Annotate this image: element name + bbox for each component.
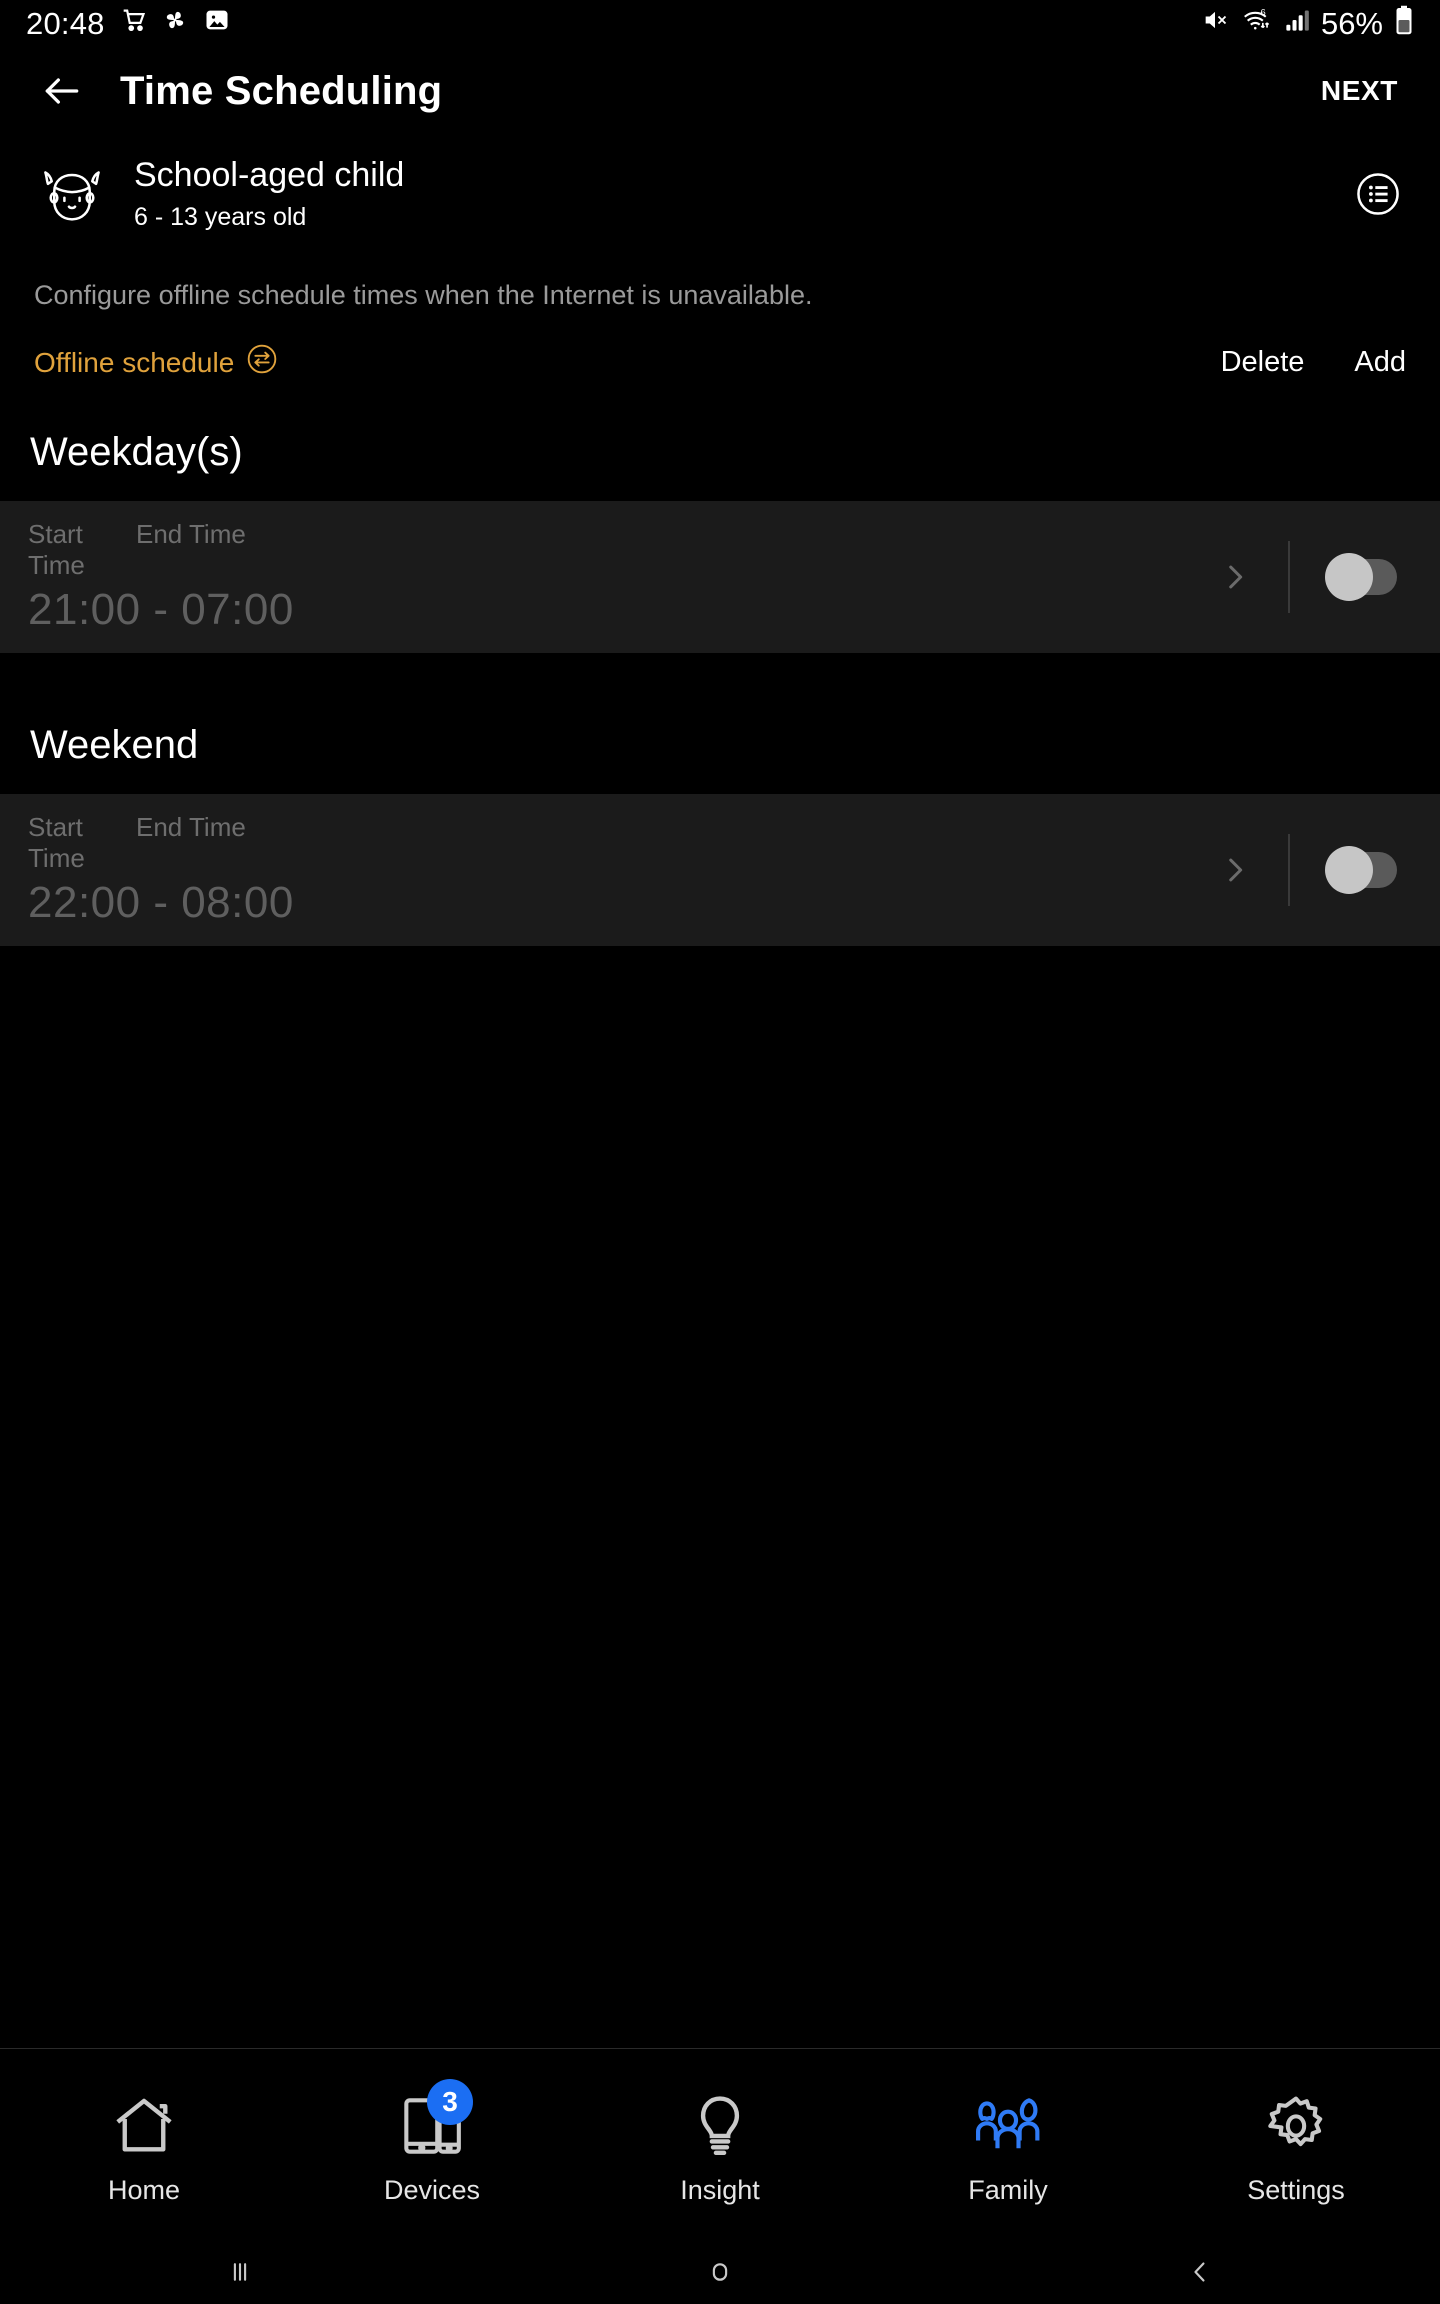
offline-actions: Delete Add [1221, 346, 1406, 379]
battery-icon [1394, 5, 1414, 43]
nav-item-family[interactable]: Family [864, 2049, 1152, 2240]
toggle-track [1325, 846, 1397, 895]
profile-age-range: 6 - 13 years old [134, 202, 307, 231]
list-circle-icon[interactable] [1350, 166, 1406, 222]
home-icon [109, 2083, 179, 2161]
nav-label-insight: Insight [680, 2175, 760, 2205]
time-headers: Start Time End Time [28, 519, 1208, 581]
section-gap [0, 653, 1440, 702]
delete-button[interactable]: Delete [1221, 346, 1305, 379]
devices-icon: 3 [397, 2079, 473, 2161]
schedule-row-weekdays[interactable]: Start Time End Time 21:00 - 07:00 [0, 501, 1440, 654]
gallery-icon [203, 6, 231, 42]
offline-schedule-label: Offline schedule [34, 346, 235, 378]
swap-arrows-circle-icon[interactable] [246, 343, 278, 382]
android-navigation-bar [0, 2240, 1440, 2304]
status-time: 20:48 [26, 6, 105, 41]
back-button[interactable] [34, 63, 90, 119]
back-chevron-icon[interactable] [960, 2256, 1440, 2288]
end-time-label: End Time [136, 519, 246, 550]
time-headers: Start Time End Time [28, 812, 1208, 874]
status-bar-left: 20:48 [26, 6, 231, 42]
bottom-navigation: Home 3 Devices Insight Family Settings [0, 2048, 1440, 2240]
nav-item-home[interactable]: Home [0, 2049, 288, 2240]
app-bar: Time Scheduling NEXT [0, 48, 1440, 134]
svg-text:6: 6 [1260, 7, 1265, 17]
next-button[interactable]: NEXT [1313, 65, 1406, 117]
end-time-label: End Time [136, 812, 246, 843]
pinwheel-icon [161, 6, 189, 42]
schedule-toggle-weekdays[interactable] [1290, 553, 1440, 602]
home-circle-icon[interactable] [480, 2256, 960, 2288]
status-bar-right: 6 56% [1200, 5, 1414, 43]
nav-label-home: Home [107, 2175, 181, 2205]
devices-badge: 3 [427, 2079, 473, 2125]
offline-schedule-label-group[interactable]: Offline schedule [34, 343, 278, 382]
status-bar: 20:48 6 56% [0, 0, 1440, 48]
add-button[interactable]: Add [1354, 346, 1406, 379]
family-icon [972, 2083, 1044, 2161]
chevron-right-icon[interactable] [1208, 560, 1262, 594]
start-time-label: Start Time [28, 812, 85, 874]
profile-row[interactable]: School-aged child 6 - 13 years old [0, 134, 1440, 250]
gear-icon [1261, 2083, 1331, 2161]
schedule-row-weekend[interactable]: Start Time End Time 22:00 - 08:00 [0, 794, 1440, 947]
wifi6-icon: 6 [1241, 6, 1273, 42]
nav-item-insight[interactable]: Insight [576, 2049, 864, 2240]
time-range-value: 22:00 - 08:00 [28, 878, 294, 928]
schedule-times-weekend: Start Time End Time 22:00 - 08:00 [28, 812, 1208, 928]
nav-item-settings[interactable]: Settings [1152, 2049, 1440, 2240]
shopping-cart-icon [119, 6, 147, 42]
recents-icon[interactable] [0, 2255, 480, 2289]
child-face-icon [34, 156, 110, 232]
nav-label-family: Family [968, 2175, 1048, 2205]
toggle-track [1325, 553, 1397, 602]
battery-percent: 56% [1320, 6, 1383, 41]
profile-name: School-aged child [134, 156, 405, 195]
start-time-label: Start Time [28, 519, 85, 581]
toggle-knob [1325, 846, 1373, 895]
nav-label-settings: Settings [1247, 2175, 1345, 2205]
toggle-knob [1325, 553, 1373, 602]
nav-label-devices: Devices [383, 2175, 481, 2205]
chevron-right-icon[interactable] [1208, 853, 1262, 887]
nav-item-devices[interactable]: 3 Devices [288, 2049, 576, 2240]
schedule-times-weekdays: Start Time End Time 21:00 - 07:00 [28, 519, 1208, 635]
offline-schedule-row: Offline schedule Delete Add [0, 313, 1440, 408]
section-title-weekdays: Weekday(s) [30, 430, 243, 475]
mute-icon [1200, 6, 1230, 42]
description-text: Configure offline schedule times when th… [34, 280, 813, 310]
profile-text: School-aged child 6 - 13 years old [134, 156, 404, 231]
bulb-icon [685, 2083, 755, 2161]
page-title: Time Scheduling [120, 68, 443, 113]
section-title-weekend: Weekend [30, 723, 199, 768]
signal-icon [1284, 7, 1310, 41]
time-range-value: 21:00 - 07:00 [28, 585, 294, 635]
schedule-toggle-weekend[interactable] [1290, 846, 1440, 895]
